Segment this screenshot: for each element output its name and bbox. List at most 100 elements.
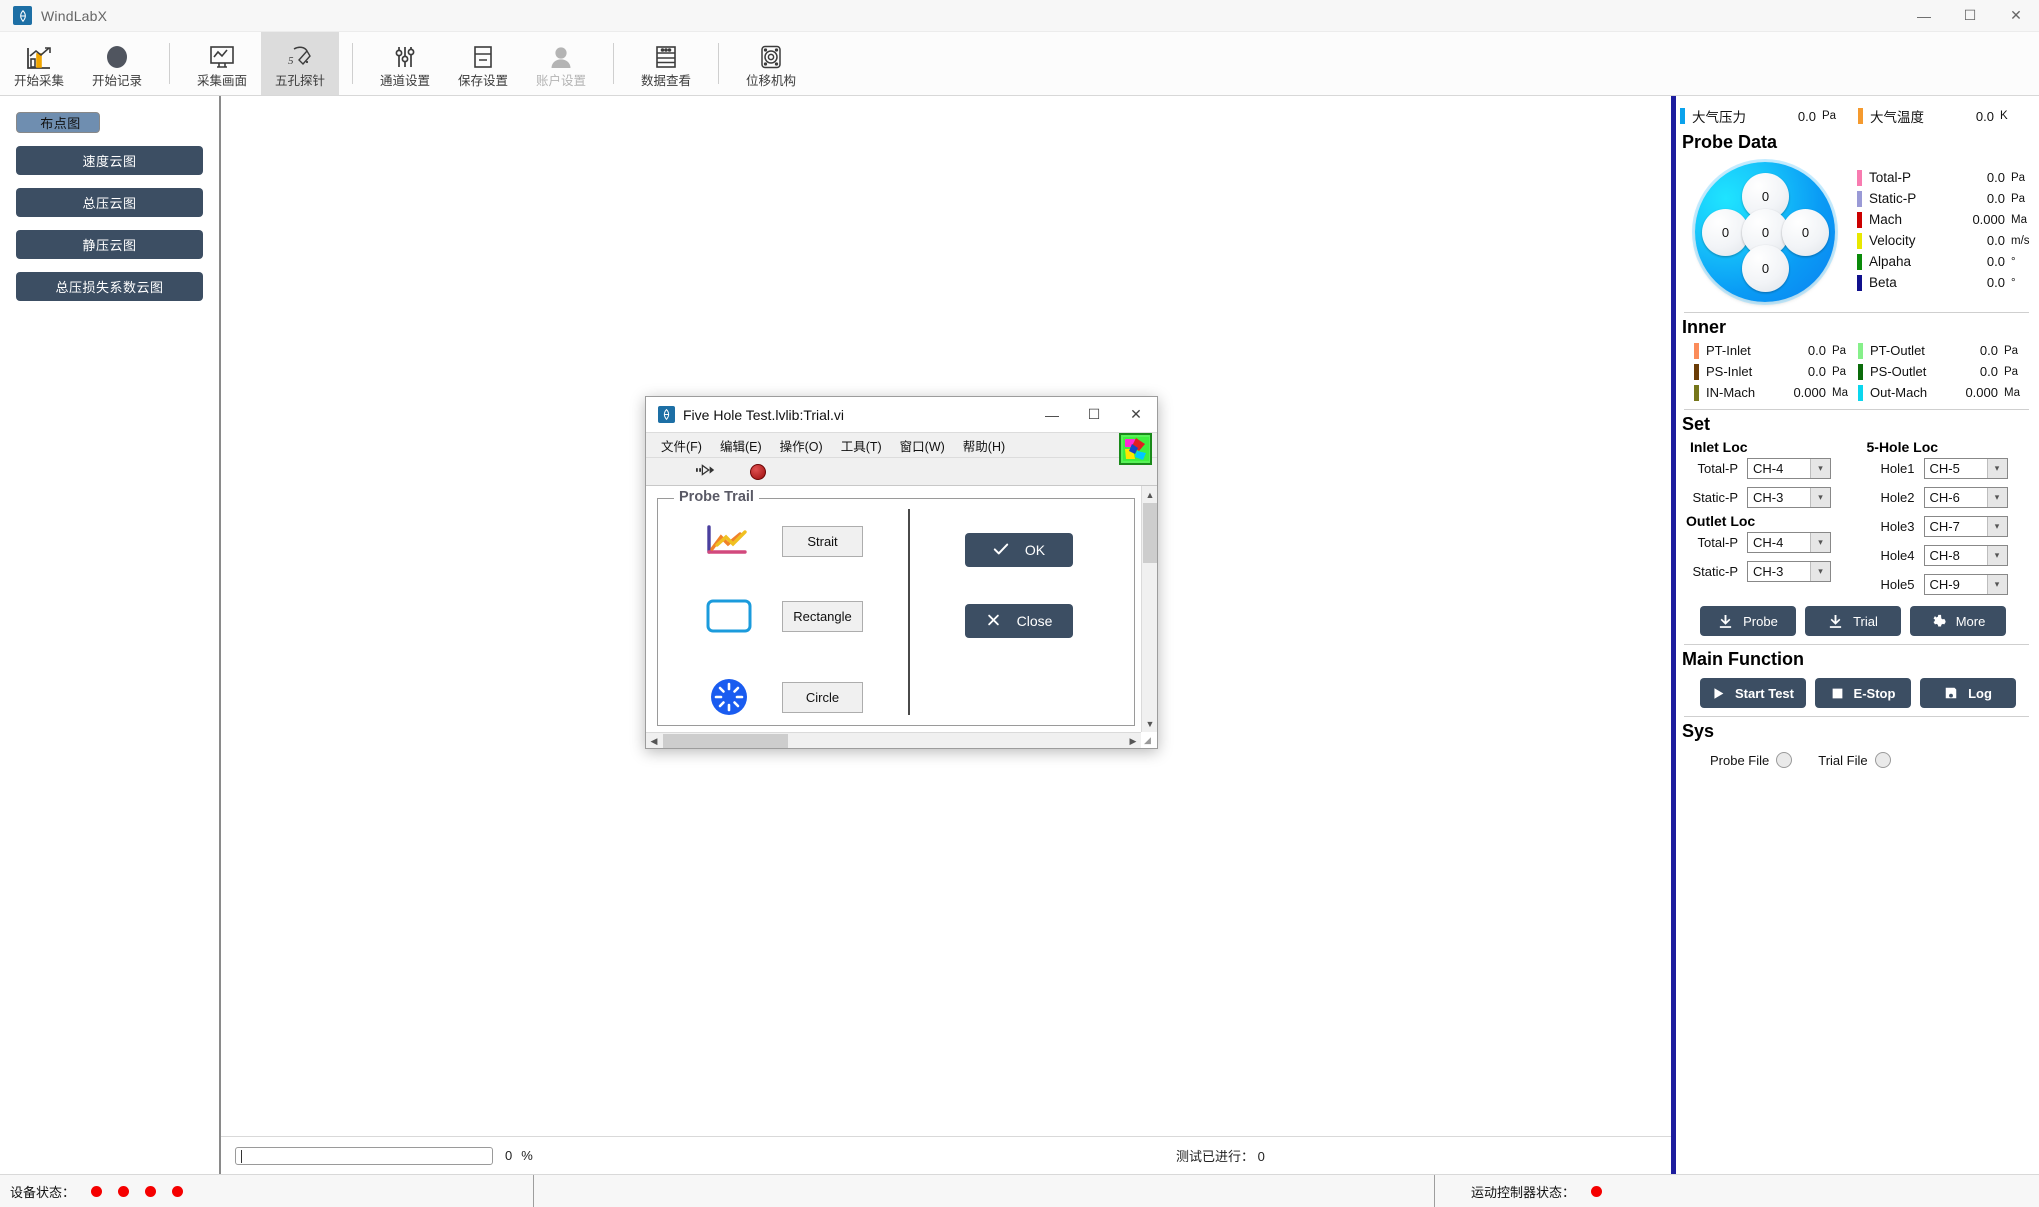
- inlet-static-p-select[interactable]: CH-3 ▾: [1747, 487, 1831, 508]
- select-value: CH-8: [1929, 548, 1960, 563]
- ribbon-item-save-settings[interactable]: 保存设置: [444, 32, 522, 95]
- start-test-button[interactable]: Start Test: [1700, 678, 1806, 708]
- probe-download-button[interactable]: Probe: [1700, 606, 1796, 636]
- inner-row: PS-Inlet 0.0 Pa: [1694, 361, 1858, 382]
- resize-grip-icon[interactable]: ◢: [1144, 735, 1155, 746]
- menu-item-help[interactable]: 帮助(H): [954, 436, 1014, 455]
- sidebar-item-total-pressure-loss-contour[interactable]: 总压损失系数云图: [16, 272, 203, 301]
- set-title: Set: [1682, 414, 1711, 434]
- hole5-select[interactable]: CH-9 ▾: [1923, 574, 2008, 595]
- trial-download-button[interactable]: Trial: [1805, 606, 1901, 636]
- outlet-total-p-select[interactable]: CH-4 ▾: [1747, 532, 1831, 553]
- select-value: CH-5: [1929, 461, 1960, 476]
- button-label: Start Test: [1735, 685, 1794, 701]
- window-close-button[interactable]: ✕: [1993, 0, 2039, 32]
- ribbon-item-acquire-screen[interactable]: 采集画面: [183, 32, 261, 95]
- color-swatch: [1857, 169, 1862, 186]
- atmo-temperature-item: 大气温度 0.0 K: [1858, 106, 2008, 126]
- main-function-title: Main Function: [1682, 649, 1804, 669]
- progress-bar[interactable]: [235, 1146, 493, 1165]
- sidebar-item-total-pressure-contour[interactable]: 总压云图: [16, 188, 203, 217]
- abort-stop-icon[interactable]: [750, 463, 766, 480]
- probe-unit: Ma: [2011, 213, 2027, 226]
- more-button[interactable]: More: [1910, 606, 2006, 636]
- test-count-label: 测试已进行： 0: [1176, 1149, 1265, 1164]
- hole5-label: Hole5: [1880, 577, 1915, 592]
- ribbon-item-five-hole-probe[interactable]: 5 五孔探针: [261, 32, 339, 95]
- hscroll-thumb[interactable]: [663, 734, 788, 748]
- rosette-hole-right: 0: [1782, 209, 1829, 256]
- button-label: Probe: [1743, 613, 1778, 629]
- circle-button[interactable]: Circle: [782, 681, 863, 713]
- hole2-select[interactable]: CH-6 ▾: [1923, 487, 2008, 508]
- color-swatch: [1858, 342, 1863, 359]
- chevron-down-icon[interactable]: ▾: [1810, 488, 1830, 507]
- scroll-up-icon[interactable]: ▲: [1142, 486, 1157, 503]
- menu-item-window[interactable]: 窗口(W): [891, 436, 954, 455]
- dialog-close-button[interactable]: ✕: [1115, 398, 1157, 432]
- chevron-down-icon[interactable]: ▾: [1986, 546, 2007, 565]
- e-stop-button[interactable]: E-Stop: [1815, 678, 1911, 708]
- inlet-total-p-select[interactable]: CH-4 ▾: [1747, 458, 1831, 479]
- ribbon-item-start-record[interactable]: 开始记录: [78, 32, 156, 95]
- dialog-minimize-button[interactable]: —: [1031, 398, 1073, 432]
- chevron-down-icon[interactable]: ▾: [1810, 533, 1830, 552]
- user-icon: [546, 41, 576, 72]
- ribbon-item-data-view[interactable]: 数据查看: [627, 32, 705, 95]
- dialog-maximize-button[interactable]: ☐: [1073, 398, 1115, 432]
- menu-item-edit[interactable]: 编辑(E): [711, 436, 771, 455]
- inner-unit: Ma: [1832, 386, 1848, 399]
- windlab-logo-icon: [13, 6, 32, 25]
- sidebar-item-velocity-contour[interactable]: 速度云图: [16, 146, 203, 175]
- labview-palette-icon[interactable]: [1119, 433, 1152, 465]
- hole1-select[interactable]: CH-5 ▾: [1923, 458, 2008, 479]
- window-minimize-button[interactable]: —: [1901, 0, 1947, 32]
- ribbon-item-start-acquire[interactable]: 开始采集: [0, 32, 78, 95]
- progress-unit: %: [521, 1148, 533, 1163]
- window-maximize-button[interactable]: ☐: [1947, 0, 1993, 32]
- scroll-down-icon[interactable]: ▼: [1142, 715, 1157, 732]
- select-row: Hole1 CH-5 ▾: [1857, 455, 2034, 482]
- ribbon-item-channel-settings[interactable]: 通道设置: [366, 32, 444, 95]
- ribbon-item-account-settings[interactable]: 账户设置: [522, 32, 600, 95]
- dialog-vertical-scrollbar[interactable]: ▲ ▼: [1141, 486, 1157, 732]
- chevron-down-icon[interactable]: ▾: [1986, 575, 2007, 594]
- atmo-temperature-value: 0.0: [1975, 108, 1994, 124]
- chevron-down-icon[interactable]: ▾: [1986, 488, 2007, 507]
- svg-text:5: 5: [288, 55, 294, 67]
- sidebar-item-static-pressure-contour[interactable]: 静压云图: [16, 230, 203, 259]
- log-button[interactable]: Log: [1920, 678, 2016, 708]
- ribbon-item-motion-stage[interactable]: 位移机构: [732, 32, 810, 95]
- chevron-down-icon[interactable]: ▾: [1810, 459, 1830, 478]
- labview-logo-icon: [658, 406, 675, 423]
- probe-data-section: 0 0 0 0 0 Total-P 0.0 Pa Static-P 0.0 Pa…: [1680, 155, 2033, 306]
- ribbon-label: 采集画面: [196, 73, 247, 88]
- hole3-select[interactable]: CH-7 ▾: [1923, 516, 2008, 537]
- inner-value: 0.0: [1807, 343, 1826, 358]
- inner-left-column: PT-Inlet 0.0 Pa PS-Inlet 0.0 Pa IN-Mach …: [1680, 340, 1858, 403]
- inner-row: PS-Outlet 0.0 Pa: [1858, 361, 2033, 382]
- menu-item-tools[interactable]: 工具(T): [832, 436, 891, 455]
- menu-item-operate[interactable]: 操作(O): [771, 436, 832, 455]
- vscroll-thumb[interactable]: [1143, 503, 1157, 563]
- scroll-right-icon[interactable]: ▶: [1125, 733, 1141, 748]
- probe-unit: °: [2011, 255, 2016, 268]
- device-status-bar: 设备状态： 运动控制器状态：: [0, 1174, 2039, 1207]
- close-button[interactable]: Close: [965, 604, 1073, 638]
- hole4-select[interactable]: CH-8 ▾: [1923, 545, 2008, 566]
- chevron-down-icon[interactable]: ▾: [1986, 517, 2007, 536]
- menu-item-file[interactable]: 文件(F): [652, 436, 711, 455]
- dialog-horizontal-scrollbar[interactable]: ◀ ▶: [646, 732, 1141, 748]
- ok-button[interactable]: OK: [965, 533, 1073, 567]
- chevron-down-icon[interactable]: ▾: [1986, 459, 2007, 478]
- select-row: Total-P CH-4 ▾: [1680, 455, 1857, 482]
- select-row: Total-P CH-4 ▾: [1680, 529, 1857, 556]
- strait-button[interactable]: Strait: [782, 525, 863, 557]
- rectangle-button[interactable]: Rectangle: [782, 600, 863, 632]
- scroll-left-icon[interactable]: ◀: [646, 733, 662, 748]
- sidebar-item-point-layout[interactable]: 布点图: [16, 112, 100, 133]
- inner-label: PT-Inlet: [1706, 343, 1751, 358]
- outlet-static-p-select[interactable]: CH-3 ▾: [1747, 561, 1831, 582]
- run-arrow-icon[interactable]: [696, 462, 716, 481]
- chevron-down-icon[interactable]: ▾: [1810, 562, 1830, 581]
